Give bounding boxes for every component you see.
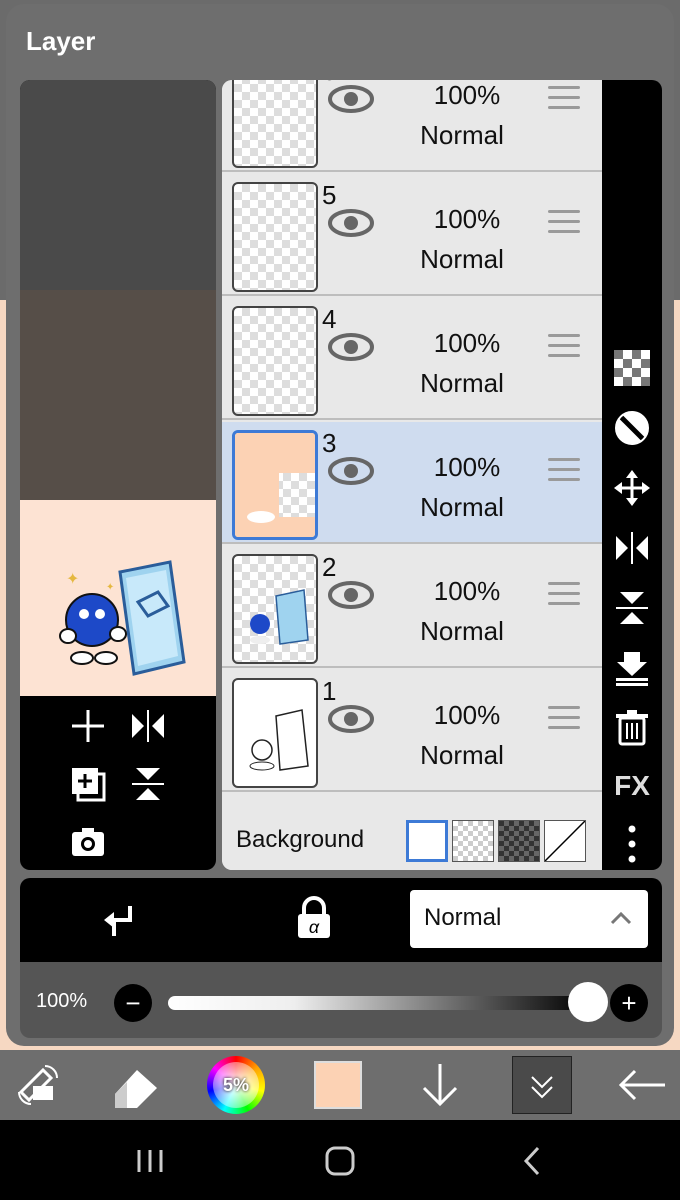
layer-blend-mode: Normal	[420, 492, 504, 522]
drag-handle-icon[interactable]	[548, 458, 580, 482]
layer-blend-mode: Normal	[420, 244, 504, 274]
background-none-swatch[interactable]	[544, 820, 586, 862]
layer-row-1[interactable]: 1 100% Normal	[222, 670, 602, 792]
opacity-value: 100%	[36, 990, 88, 1012]
svg-text:α: α	[309, 917, 320, 937]
current-color-swatch[interactable]	[308, 1056, 368, 1114]
layer-thumbnail	[232, 678, 318, 788]
layer-blend-mode: Normal	[420, 616, 504, 646]
move-icon[interactable]	[610, 466, 654, 510]
eye-icon[interactable]	[328, 704, 374, 734]
layer-thumbnail	[232, 182, 318, 292]
trash-icon[interactable]	[610, 706, 654, 750]
system-navigation-bar	[0, 1120, 680, 1200]
layer-tools-bar: FX	[602, 80, 662, 870]
drag-handle-icon[interactable]	[548, 334, 580, 358]
layer-number: 5	[322, 180, 337, 210]
flip-horizontal-icon[interactable]	[610, 526, 654, 570]
layer-blend-mode: Normal	[420, 120, 504, 150]
blend-mode-select[interactable]: Normal	[410, 890, 648, 948]
background-row: Background	[222, 810, 602, 870]
layer-blend-mode: Normal	[420, 368, 504, 398]
more-options-icon[interactable]	[610, 822, 654, 866]
layer-thumbnail	[232, 80, 318, 168]
collapse-double-chevron-icon[interactable]	[512, 1056, 572, 1114]
svg-text:✦: ✦	[106, 582, 114, 593]
svg-text:✦: ✦	[66, 571, 79, 588]
flip-vertical-icon[interactable]	[610, 586, 654, 630]
recent-apps-icon[interactable]	[130, 1144, 170, 1178]
eraser-tool-icon[interactable]	[106, 1056, 166, 1114]
opacity-slider-knob[interactable]	[568, 982, 608, 1022]
layer-row-2[interactable]: 2 100% Normal	[222, 546, 602, 668]
layer-number: 4	[322, 304, 337, 334]
drag-handle-icon[interactable]	[548, 706, 580, 730]
duplicate-layer-icon[interactable]	[68, 764, 108, 804]
layer-thumbnail	[232, 430, 318, 540]
layer-row-5[interactable]: 5 100% Normal	[222, 174, 602, 296]
flip-vertical-icon[interactable]	[128, 764, 168, 804]
alpha-lock-icon[interactable]: α	[294, 896, 334, 945]
bottom-toolbar: 5%	[0, 1050, 680, 1120]
layer-opacity: 100%	[433, 452, 501, 482]
background-transparent-swatch[interactable]	[452, 820, 494, 862]
chevron-up-icon	[610, 911, 632, 925]
drag-handle-icon[interactable]	[548, 210, 580, 234]
contrast-icon[interactable]	[610, 406, 654, 450]
layer-row-3[interactable]: 3 100% Normal	[222, 422, 602, 544]
panel-title: Layer	[26, 26, 96, 56]
preview-image: ✦ ✦	[20, 500, 216, 696]
arrow-down-icon[interactable]	[410, 1056, 470, 1114]
opacity-decrease-button[interactable]: −	[114, 984, 152, 1022]
home-icon[interactable]	[320, 1144, 360, 1178]
color-percent: 5%	[213, 1062, 259, 1108]
background-label: Background	[236, 826, 365, 853]
eye-icon[interactable]	[328, 208, 374, 238]
layer-blend-mode: Normal	[420, 740, 504, 770]
flip-horizontal-icon[interactable]	[128, 706, 168, 746]
opacity-slider-track[interactable]	[168, 996, 588, 1010]
layer-thumbnail	[232, 554, 318, 664]
blend-mode-value: Normal	[424, 904, 502, 931]
opacity-bar: 100% − +	[20, 962, 662, 1038]
eye-icon[interactable]	[328, 580, 374, 610]
layer-opacity: 100%	[433, 576, 501, 606]
opacity-increase-button[interactable]: +	[610, 984, 648, 1022]
layer-opacity: 100%	[433, 204, 501, 234]
blend-bar: α Normal	[20, 878, 662, 962]
back-arrow-icon[interactable]	[612, 1056, 672, 1114]
eye-icon[interactable]	[328, 84, 374, 114]
checker-icon[interactable]	[610, 346, 654, 390]
merge-down-icon[interactable]	[610, 646, 654, 690]
clipping-icon[interactable]	[100, 900, 140, 945]
transform-tool-icon[interactable]	[8, 1056, 68, 1114]
back-icon[interactable]	[512, 1144, 552, 1178]
layer-opacity: 100%	[433, 328, 501, 358]
layer-list: 6 100% Normal 5 100% Normal 4 100% Norma…	[222, 80, 602, 870]
layer-panel: Layer ✦ ✦ 100% Normal 5 100% Normal 4 10…	[6, 4, 674, 1046]
fx-button[interactable]: FX	[610, 764, 654, 808]
layer-number: 1	[322, 676, 337, 706]
drag-handle-icon[interactable]	[548, 86, 580, 110]
layer-opacity: 100%	[433, 700, 501, 730]
layer-thumbnail	[232, 306, 318, 416]
layer-opacity: 100%	[433, 80, 501, 110]
layer-row-4[interactable]: 4 100% Normal	[222, 298, 602, 420]
background-white-swatch[interactable]	[406, 820, 448, 862]
layer-row-6[interactable]: 6 100% Normal	[222, 80, 602, 172]
eye-icon[interactable]	[328, 332, 374, 362]
background-dark-swatch[interactable]	[498, 820, 540, 862]
add-layer-icon[interactable]	[68, 706, 108, 746]
layer-preview: ✦ ✦	[20, 80, 216, 870]
layer-number: 3	[322, 428, 337, 458]
camera-icon[interactable]	[68, 822, 108, 862]
color-wheel-button[interactable]: 5%	[206, 1056, 266, 1114]
drag-handle-icon[interactable]	[548, 582, 580, 606]
layer-number: 2	[322, 552, 337, 582]
eye-icon[interactable]	[328, 456, 374, 486]
